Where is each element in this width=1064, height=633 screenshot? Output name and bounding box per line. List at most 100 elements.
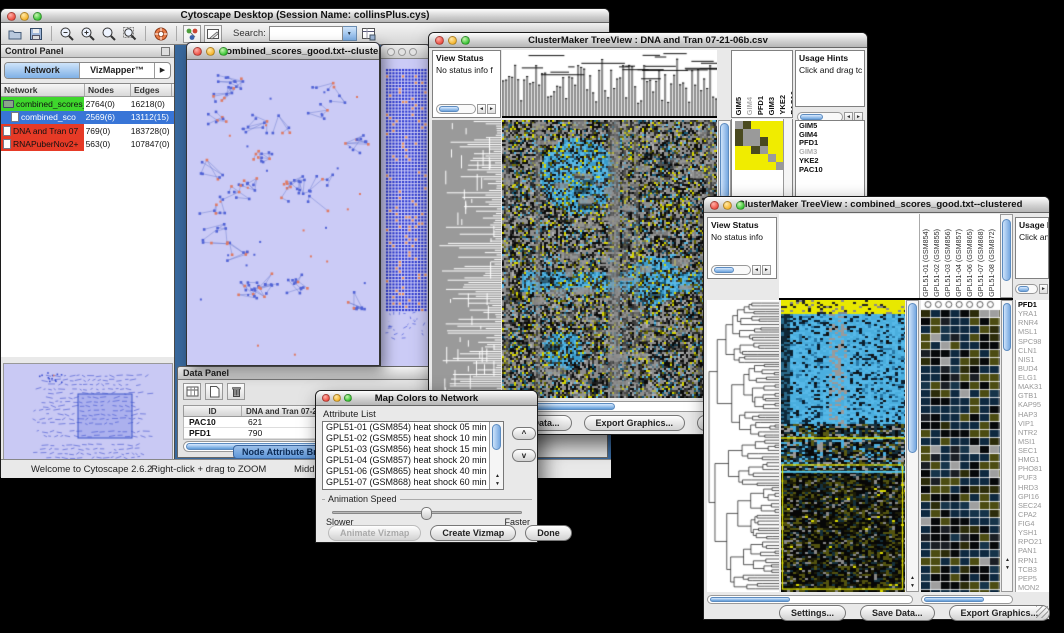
tab-[interactable]: ▶ [155, 63, 170, 78]
gene-hmg1[interactable]: HMG1 [1016, 455, 1049, 464]
titlebar-network-view[interactable]: combined_scores_good.txt--cluste... [187, 43, 379, 60]
zoom-selected-icon[interactable] [121, 25, 139, 43]
close-button[interactable] [322, 394, 330, 402]
gene-hrd3[interactable]: HRD3 [1016, 483, 1049, 492]
window-controls[interactable] [7, 12, 42, 21]
tab-vizmapper[interactable]: VizMapper™ [80, 63, 155, 78]
close-button[interactable] [710, 201, 719, 210]
gene-puf3[interactable]: PUF3 [1016, 473, 1049, 482]
gene-hap3[interactable]: HAP3 [1016, 410, 1049, 419]
combined-column-labels[interactable]: GPL51-01 (GSM854)GPL51-02 (GSM855)GPL51-… [920, 214, 1000, 298]
column-label-gpl51-03-gsm856[interactable]: GPL51-03 (GSM856) [943, 229, 952, 297]
vizmap-nodes-icon[interactable] [183, 25, 201, 43]
gene-tcb3[interactable]: TCB3 [1016, 565, 1049, 574]
gene-rpo21[interactable]: RPO21 [1016, 537, 1049, 546]
close-button[interactable] [387, 48, 395, 56]
combined-heatmap-canvas[interactable] [781, 300, 905, 592]
gene-pan1[interactable]: PAN1 [1016, 546, 1049, 555]
done-button[interactable]: Done [525, 525, 572, 541]
minimize-button[interactable] [398, 48, 406, 56]
column-label-gpl51-08-gsm872[interactable]: GPL51-08 (GSM872) [987, 229, 996, 297]
attribute-item[interactable]: GPL51-07 (GSM868) heat shock 60 min [323, 477, 503, 488]
gene-pep5[interactable]: PEP5 [1016, 574, 1049, 583]
column-label-gpl51-06-gsm865[interactable]: GPL51-06 (GSM865) [965, 229, 974, 297]
minimize-button[interactable] [333, 394, 341, 402]
row-dendrogram-canvas[interactable] [707, 300, 779, 592]
scroll-right-icon[interactable]: ► [1039, 284, 1048, 294]
gene-msl1[interactable]: MSL1 [1016, 327, 1049, 336]
attribute-item[interactable]: GPL51-03 (GSM856) heat shock 15 min [323, 444, 503, 455]
scroll-down-icon[interactable]: ▼ [492, 480, 503, 488]
animation-speed-slider-track[interactable] [332, 511, 522, 514]
settings-button[interactable]: Settings... [779, 605, 846, 621]
search-input[interactable] [269, 26, 343, 41]
column-label-gim4[interactable]: GIM4 [745, 97, 754, 115]
zoom-button[interactable] [219, 47, 228, 56]
titlebar-main[interactable]: Cytoscape Desktop (Session Name: collins… [1, 9, 609, 23]
window-network-view-background[interactable] [380, 44, 430, 366]
gene-rnr4[interactable]: RNR4 [1016, 318, 1049, 327]
column-label-gpl51-02-gsm855[interactable]: GPL51-02 (GSM855) [932, 229, 941, 297]
scroll-up-icon[interactable]: ▲ [492, 472, 503, 480]
gene-cln1[interactable]: CLN1 [1016, 346, 1049, 355]
gene-gpi16[interactable]: GPI16 [1016, 492, 1049, 501]
open-file-icon[interactable] [6, 25, 24, 43]
view-status-scrollbar[interactable]: ◄ ► [711, 264, 771, 275]
titlebar-treeview-dna[interactable]: ClusterMaker TreeView : DNA and Tran 07-… [429, 33, 867, 48]
similarity-matrix[interactable] [735, 121, 784, 170]
titlebar-treeview-combined[interactable]: ClusterMaker TreeView : combined_scores_… [704, 197, 1049, 213]
column-label-gim5[interactable]: GIM5 [734, 97, 743, 115]
genes-vscrollbar[interactable]: ▲ ▼ [1001, 300, 1013, 592]
resize-grip[interactable] [1036, 606, 1048, 618]
network-row-rnapubernov2[interactable]: RNAPuberNov2+563(0)107847(0) [1, 138, 174, 152]
dna-heatmap-canvas[interactable] [502, 120, 717, 398]
column-header-nodes[interactable]: Nodes [85, 84, 131, 96]
save-data-button[interactable]: Save Data... [860, 605, 935, 621]
attribute-item[interactable]: GPL51-02 (GSM855) heat shock 10 min [323, 433, 503, 444]
close-button[interactable] [7, 12, 16, 21]
zoom-button[interactable] [461, 36, 470, 45]
gene-kap95[interactable]: KAP95 [1016, 400, 1049, 409]
minimize-button[interactable] [206, 47, 215, 56]
view-status-scrollbar[interactable]: ◄ ► [436, 103, 496, 114]
search-dropdown-arrow-icon[interactable]: ▼ [343, 26, 357, 41]
gene-fig4[interactable]: FIG4 [1016, 519, 1049, 528]
save-icon[interactable] [27, 25, 45, 43]
network-view-canvas[interactable] [187, 60, 379, 365]
gene-vip1[interactable]: VIP1 [1016, 419, 1049, 428]
attribute-item[interactable]: GPL51-06 (GSM865) heat shock 40 min [323, 466, 503, 477]
column-label-gpl51-01-gsm854[interactable]: GPL51-01 (GSM854) [921, 229, 930, 297]
column-label-gim3[interactable]: GIM3 [767, 97, 776, 115]
scroll-up-icon[interactable]: ▲ [1002, 556, 1013, 564]
gene-nis1[interactable]: NIS1 [1016, 355, 1049, 364]
titlebar-network-background[interactable] [381, 45, 429, 59]
summary-heatmap-canvas[interactable] [921, 300, 1000, 592]
column-label-pac10[interactable]: PAC10 [789, 91, 793, 115]
column-label-yke2[interactable]: YKE2 [778, 95, 787, 115]
zoom-in-icon[interactable] [79, 25, 97, 43]
gene-mon2[interactable]: MON2 [1016, 583, 1049, 592]
tab-network[interactable]: Network [5, 63, 80, 78]
annotation-icon[interactable] [204, 25, 222, 43]
gene-elg1[interactable]: ELG1 [1016, 373, 1049, 382]
gene-ysh1[interactable]: YSH1 [1016, 528, 1049, 537]
scroll-left-icon[interactable]: ◄ [477, 104, 486, 114]
network-row-dna-and-tran-07[interactable]: DNA and Tran 07769(0)183728(0) [1, 124, 174, 138]
trash-icon[interactable] [227, 383, 245, 400]
zoom-fit-icon[interactable] [100, 25, 118, 43]
gene-yra1[interactable]: YRA1 [1016, 309, 1049, 318]
attribute-item[interactable]: GPL51-01 (GSM854) heat shock 05 min [323, 422, 503, 433]
export-graphics-button[interactable]: Export Graphics... [584, 415, 686, 431]
attribute-table-icon[interactable] [183, 383, 201, 400]
titlebar-map-colors[interactable]: Map Colors to Network [316, 391, 537, 406]
column-dendrogram-area[interactable] [779, 214, 920, 298]
help-lifebuoy-icon[interactable] [152, 25, 170, 43]
gene-spc98[interactable]: SPC98 [1016, 337, 1049, 346]
scroll-down-icon[interactable]: ▼ [1002, 564, 1013, 572]
move-down-button[interactable]: v [512, 449, 536, 462]
gene-pho81[interactable]: PHO81 [1016, 464, 1049, 473]
zoom-out-icon[interactable] [58, 25, 76, 43]
labels-vscrollbar[interactable] [1000, 214, 1013, 298]
report-table-icon[interactable] [360, 25, 378, 43]
usage-hints-scrollbar[interactable]: ► [1015, 283, 1048, 294]
